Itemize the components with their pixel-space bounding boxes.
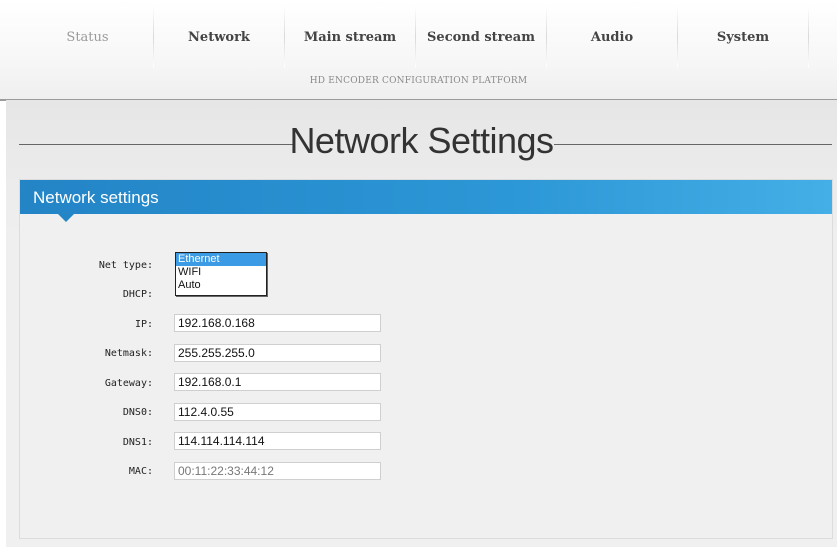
dns0-label: DNS0: (122, 407, 153, 418)
dns1-label: DNS1: (122, 437, 153, 448)
page-title-text: Network Settings (289, 120, 554, 161)
nav-second-stream[interactable]: Second stream (416, 6, 546, 68)
panel-title: Network settings (33, 188, 159, 207)
top-navigation: Status Network Main stream Second stream… (0, 0, 837, 101)
network-settings-panel: Network settings Net type: DHCP: Etherne… (19, 179, 833, 539)
netmask-input[interactable]: 255.255.255.0 (174, 344, 381, 362)
nav-divider (808, 6, 809, 68)
netmask-label: Netmask: (104, 348, 153, 359)
platform-subtitle: HD ENCODER CONFIGURATION PLATFORM (309, 76, 528, 86)
nav-main-stream[interactable]: Main stream (285, 6, 415, 68)
dns0-input[interactable]: 112.4.0.55 (174, 403, 381, 421)
page-title: Network Settings (6, 120, 837, 162)
main-content: Network Settings Network settings Net ty… (6, 100, 837, 547)
dns1-input[interactable]: 114.114.114.114 (174, 432, 381, 450)
gateway-input[interactable]: 192.168.0.1 (174, 373, 381, 391)
net-type-option-auto[interactable]: Auto (176, 279, 266, 292)
net-type-option-ethernet[interactable]: Ethernet (176, 253, 266, 266)
nav-system[interactable]: System (678, 6, 808, 68)
nav-status[interactable]: Status (22, 6, 153, 68)
net-type-option-wifi[interactable]: WIFI (176, 266, 266, 279)
panel-header-pointer (58, 214, 74, 222)
ip-label: IP: (134, 319, 153, 330)
nav-network[interactable]: Network (154, 6, 284, 68)
mac-label: MAC: (128, 466, 153, 477)
main-menu: Status Network Main stream Second stream… (22, 6, 812, 68)
dhcp-label: DHCP: (122, 289, 153, 300)
ip-input[interactable]: 192.168.0.168 (174, 314, 381, 332)
gateway-label: Gateway: (104, 378, 153, 389)
net-type-dropdown[interactable]: Ethernet WIFI Auto (175, 252, 267, 296)
nav-audio[interactable]: Audio (547, 6, 677, 68)
panel-header: Network settings (20, 180, 832, 214)
net-type-label: Net type: (98, 260, 153, 271)
mac-input[interactable]: 00:11:22:33:44:12 (174, 462, 381, 480)
